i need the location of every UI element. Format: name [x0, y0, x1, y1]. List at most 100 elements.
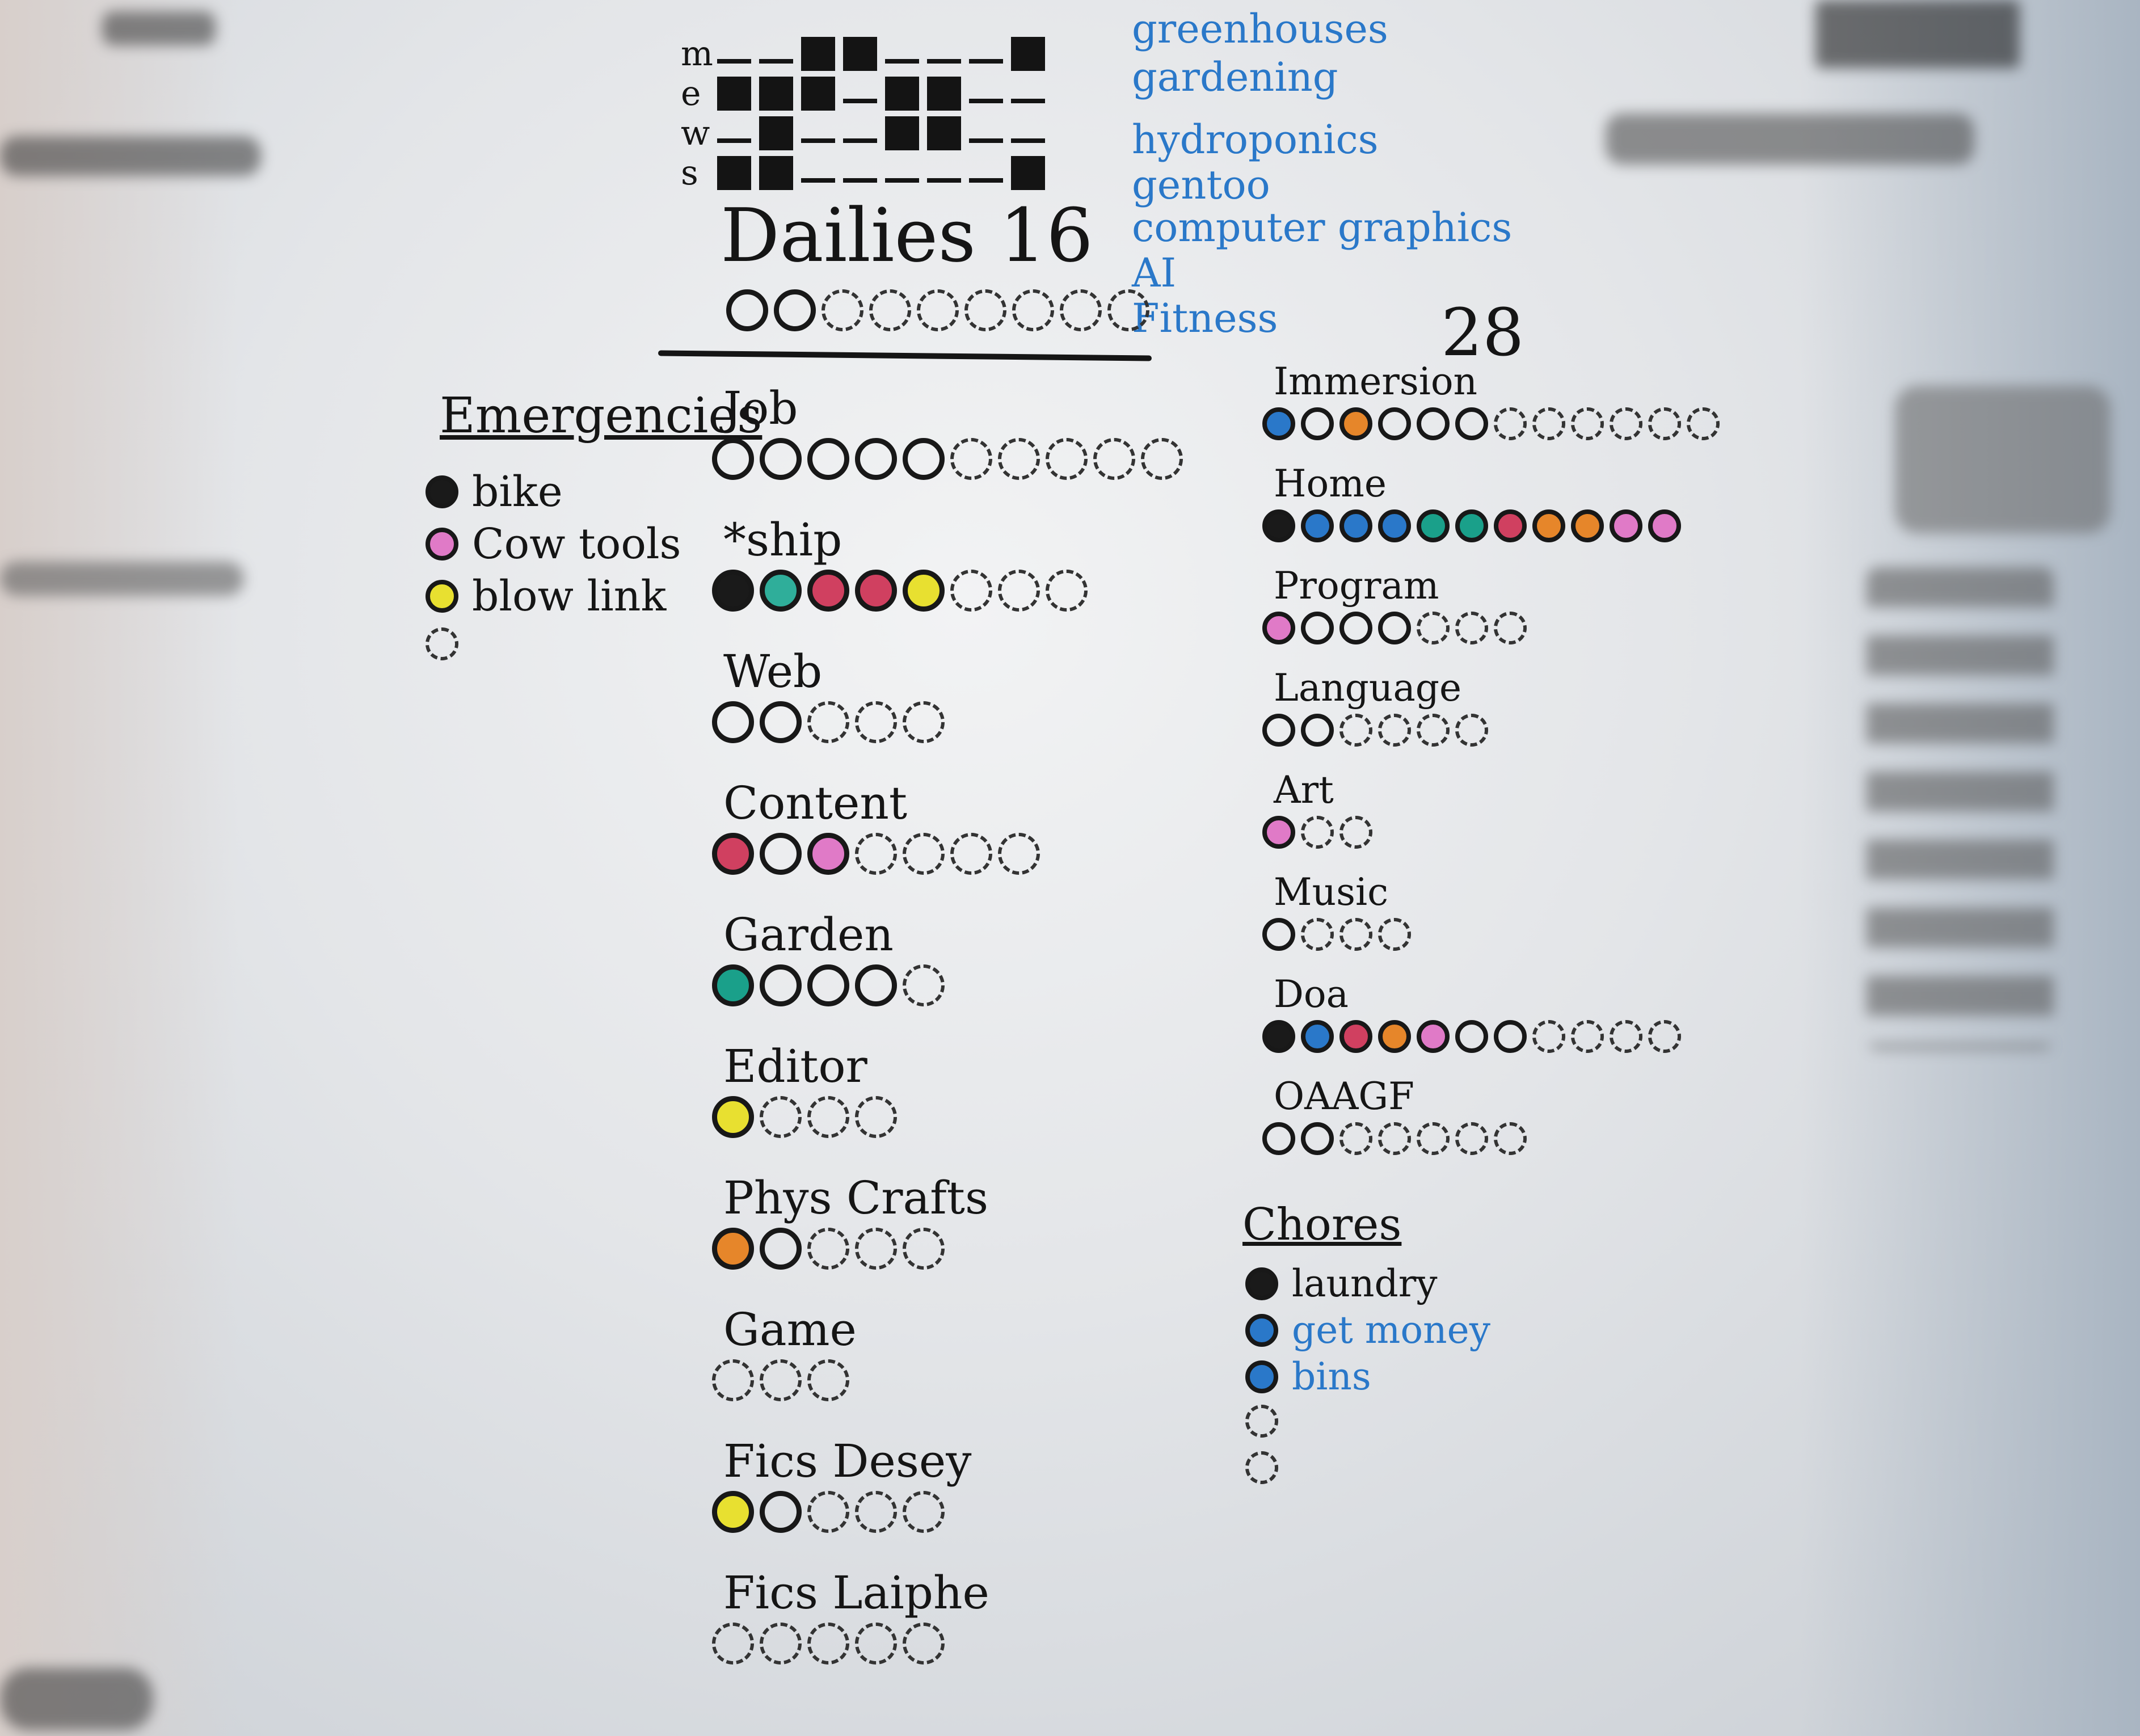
chore-item-label: laundry [1292, 1262, 1438, 1305]
category-title: *ship [723, 513, 842, 566]
emergency-item-label: blow link [472, 572, 667, 621]
empty-dashed-circle [855, 833, 897, 875]
chore-item: bins [1245, 1358, 1371, 1396]
empty-dashed-circle [869, 289, 911, 331]
category-dots-row [712, 1228, 945, 1270]
filled-circle [1245, 1267, 1278, 1300]
week-cell-done [801, 77, 835, 111]
empty-circle [1455, 1020, 1488, 1053]
empty-dashed-circle [1046, 570, 1088, 612]
filled-circle [1417, 509, 1450, 542]
empty-dashed-circle [1687, 407, 1720, 440]
week-cell-done [927, 116, 961, 150]
empty-dashed-circle [903, 1228, 945, 1270]
filled-circle [712, 570, 754, 612]
blurred-marks-bottom-left [0, 1668, 153, 1730]
filled-circle [1245, 1314, 1278, 1347]
empty-dashed-circle [855, 1491, 897, 1533]
category-dots-row [1262, 407, 1720, 440]
empty-dashed-circle [855, 1228, 897, 1270]
empty-dashed-circle [950, 570, 992, 612]
week-cell-missed [843, 138, 877, 143]
chore-item: laundry [1245, 1265, 1438, 1303]
empty-circle [760, 701, 802, 743]
category-title: Web [723, 645, 823, 698]
empty-circle [855, 964, 897, 1006]
emergency-item: bike [426, 471, 563, 513]
empty-dashed-circle [807, 701, 849, 743]
filled-circle [712, 964, 754, 1006]
empty-dashed-circle [1532, 407, 1565, 440]
blurred-marks-top-right [1815, 0, 2020, 68]
week-row-letter: e [681, 74, 701, 113]
empty-dashed-circle [426, 627, 458, 660]
empty-circle [1455, 407, 1488, 440]
week-cell-missed [927, 59, 961, 64]
topic-item: greenhouses [1132, 6, 1388, 52]
filled-circle [1301, 509, 1334, 542]
category-title: Phys Crafts [723, 1172, 988, 1224]
topic-item: hydroponics [1132, 116, 1379, 163]
empty-dashed-circle [760, 1096, 802, 1138]
emergency-item [426, 627, 472, 660]
empty-circle [726, 289, 768, 331]
empty-dashed-circle [903, 701, 945, 743]
week-cell-missed [717, 59, 751, 64]
empty-dashed-circle [1571, 1020, 1604, 1053]
empty-circle [760, 1228, 802, 1270]
empty-dashed-circle [1060, 289, 1102, 331]
filled-circle [1455, 509, 1488, 542]
category-title: Music [1274, 870, 1389, 914]
category-title: Home [1274, 462, 1387, 505]
empty-dashed-circle [1455, 714, 1488, 747]
emergency-item-label: Cow tools [472, 520, 681, 568]
category-title: Doa [1274, 972, 1349, 1016]
empty-dashed-circle [903, 1623, 945, 1665]
filled-circle [807, 833, 849, 875]
week-cell-missed [969, 59, 1003, 64]
topic-item: gentoo [1132, 162, 1270, 208]
empty-dashed-circle [712, 1359, 754, 1401]
week-cell-missed [1011, 99, 1045, 103]
week-cell-missed [885, 178, 919, 183]
empty-dashed-circle [760, 1623, 802, 1665]
empty-dashed-circle [807, 1096, 849, 1138]
category-dots-row [712, 438, 1183, 480]
week-cell-done [927, 77, 961, 111]
category-dots-row [1262, 714, 1488, 747]
emergencies-title: Emergencies [440, 387, 763, 444]
blurred-marks-left [0, 136, 261, 176]
week-row: w [681, 113, 1045, 153]
empty-circle [760, 833, 802, 875]
week-cell-done [759, 156, 793, 190]
week-cell-missed [801, 178, 835, 183]
empty-dashed-circle [807, 1623, 849, 1665]
empty-circle [855, 438, 897, 480]
category-title: Content [723, 777, 908, 829]
chore-item-label: bins [1292, 1355, 1371, 1398]
filled-circle [1339, 1020, 1372, 1053]
filled-circle [903, 570, 945, 612]
empty-dashed-circle [1012, 289, 1054, 331]
filled-circle [1262, 509, 1295, 542]
empty-circle [712, 438, 754, 480]
empty-dashed-circle [807, 1228, 849, 1270]
category-title: Fics Laiphe [723, 1566, 989, 1619]
empty-dashed-circle [1532, 1020, 1565, 1053]
empty-dashed-circle [855, 701, 897, 743]
chore-item [1245, 1451, 1292, 1484]
empty-circle [1262, 714, 1295, 747]
chore-item [1245, 1405, 1292, 1438]
filled-circle [855, 570, 897, 612]
emergency-item: Cow tools [426, 523, 681, 565]
category-title: Garden [723, 908, 894, 961]
category-dots-row [1262, 918, 1411, 951]
filled-circle [426, 475, 458, 508]
week-cell-done [801, 37, 835, 71]
empty-dashed-circle [998, 570, 1040, 612]
empty-dashed-circle [964, 289, 1006, 331]
week-cell-done [843, 37, 877, 71]
filled-circle [1532, 509, 1565, 542]
empty-dashed-circle [1141, 438, 1183, 480]
week-cell-missed [969, 178, 1003, 183]
